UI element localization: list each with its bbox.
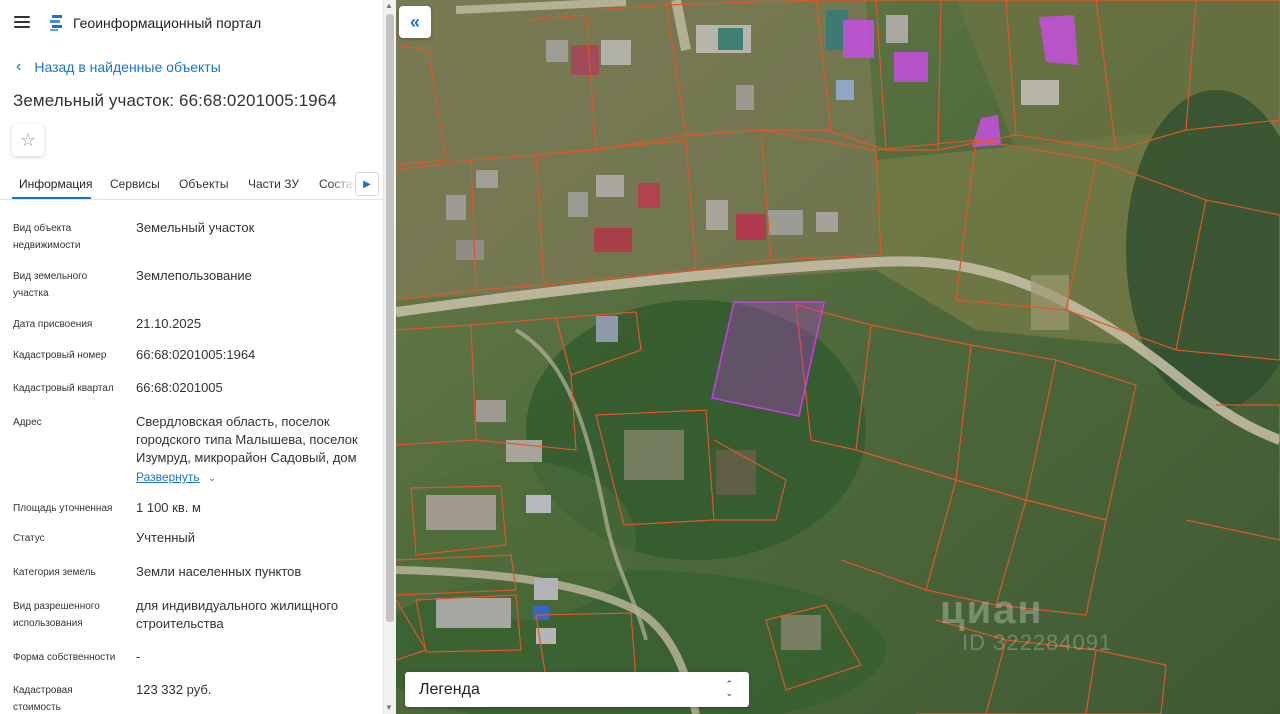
chevron-down-icon: ⌄ [207,473,216,484]
favorite-button[interactable]: ☆ [12,124,44,156]
property-label: Вид земельного участка [13,271,88,299]
expand-label: Развернуть [136,470,200,484]
active-tab-indicator [12,197,91,199]
collapse-panel-button[interactable]: « [399,6,431,38]
property-label: Форма собственности [13,652,116,663]
address-value: Свердловская область, поселок городского… [136,414,358,465]
legend-dropdown[interactable]: Легенда ⌃ ⌄ [405,672,749,707]
scroll-up-icon[interactable]: ▲ [385,1,393,10]
property-value: 66:68:0201005:1964 [136,347,256,362]
chevron-left-icon: ‹ [16,58,22,75]
menu-icon[interactable] [14,16,30,28]
tabs-fade [330,170,356,198]
expand-address-link[interactable]: Развернуть ⌄ [136,470,216,484]
property-label: Кадастровый квартал [13,383,114,394]
property-label: Площадь уточненная [13,503,113,514]
property-value: Земли населенных пунктов [136,564,302,579]
property-value: Учтенный [136,530,196,545]
property-value: Землепользование [136,268,252,283]
double-chevron-left-icon: « [409,11,420,32]
scroll-down-icon[interactable]: ▼ [385,703,393,712]
portal-logo-icon [50,15,62,31]
sort-arrows-icon: ⌃ ⌄ [725,679,733,698]
tab-objects[interactable]: Объекты [179,177,229,191]
property-label: Категория земель [13,567,96,578]
tab-information[interactable]: Информация [19,177,92,191]
tabs-scroll-right-button[interactable]: ▶ [355,172,379,196]
property-label: Кадастровый номер [13,350,107,361]
property-value: - [136,649,141,664]
property-label: Дата присвоения [13,319,93,330]
property-label: Кадастровая стоимость [13,685,73,713]
chevron-right-icon: ▶ [363,178,371,190]
property-label: Вид объекта недвижимости [13,223,81,251]
watermark-id: ID 322284091 [962,630,1113,655]
property-value: 123 332 руб. [136,682,212,697]
property-value: для индивидуального жилищного строительс… [136,598,339,631]
property-value: 66:68:0201005 [136,380,223,395]
legend-label: Легенда [419,681,480,698]
object-info-panel: Геоинформационный портал ‹ Назад в найде… [0,0,383,714]
top-bar: Геоинформационный портал [0,0,383,46]
panel-scrollbar-thumb[interactable] [386,14,394,622]
back-link-label: Назад в найденные объекты [34,59,221,75]
tab-services[interactable]: Сервисы [110,177,160,191]
property-value: 1 100 кв. м [136,500,201,515]
map-view[interactable] [396,0,1280,714]
property-label: Адрес [13,417,42,428]
property-label: Статус [13,533,45,544]
satellite-map[interactable] [396,0,1280,714]
tab-parcel-parts[interactable]: Части ЗУ [248,177,299,191]
app-title: Геоинформационный портал [73,15,262,31]
watermark: циан [940,588,1044,632]
property-value: 21.10.2025 [136,316,202,331]
back-to-results-link[interactable]: ‹ Назад в найденные объекты [16,58,221,76]
tab-bar: Информация Сервисы Объекты Части ЗУ Сост… [0,170,383,200]
page-title: Земельный участок: 66:68:0201005:1964 [13,91,337,110]
property-label: Вид разрешенного использования [13,601,100,629]
property-value: Земельный участок [136,220,255,235]
star-icon: ☆ [19,129,37,150]
